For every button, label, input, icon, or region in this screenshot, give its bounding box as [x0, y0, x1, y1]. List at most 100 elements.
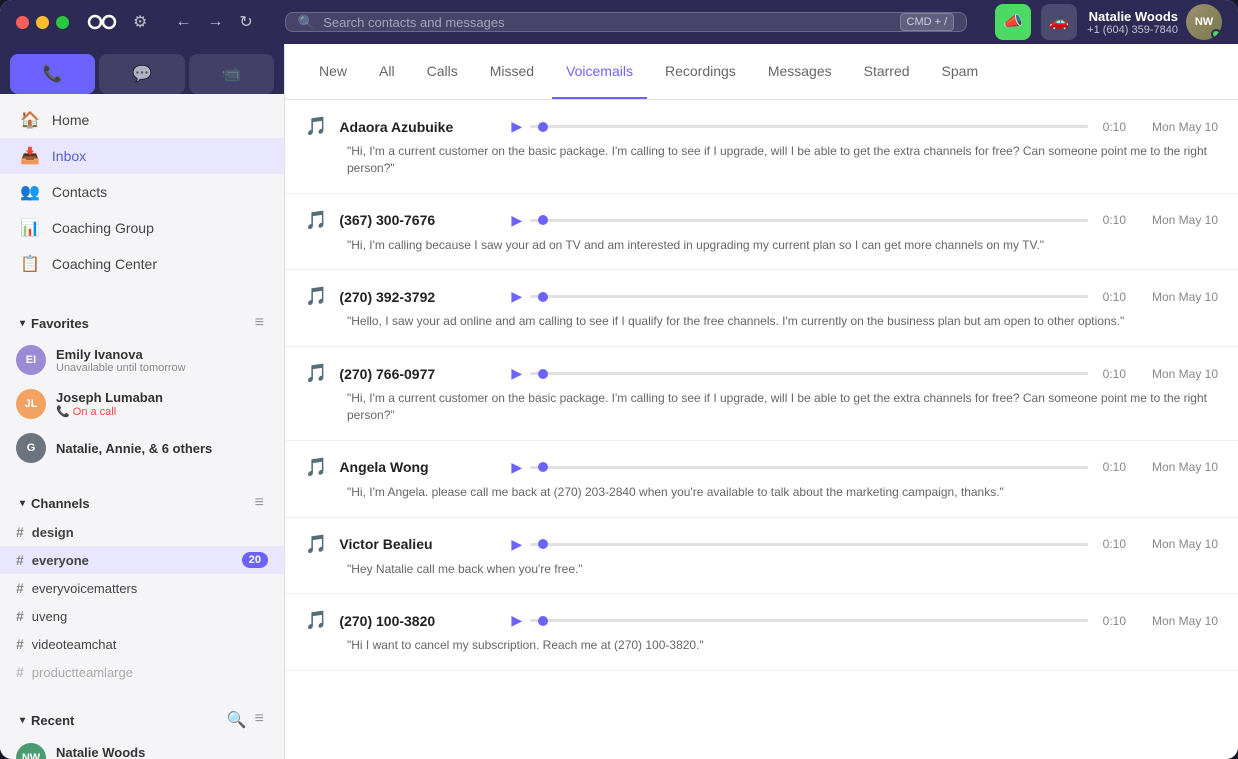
- play-button[interactable]: ▶: [511, 459, 522, 476]
- sidebar-item-home[interactable]: 🏠 Home: [0, 102, 284, 138]
- channel-everyone[interactable]: # everyone 20: [0, 546, 284, 574]
- favorite-joseph[interactable]: JL Joseph Lumaban On a call: [0, 382, 284, 426]
- close-button[interactable]: [16, 16, 29, 29]
- sidebar-item-coaching-center[interactable]: 📋 Coaching Center: [0, 246, 284, 282]
- hash-icon: #: [16, 552, 24, 568]
- channel-videoteamchat[interactable]: # videoteamchat: [0, 630, 284, 658]
- search-bar: 🔍 CMD + /: [285, 12, 967, 32]
- vm-date: Mon May 10: [1138, 367, 1218, 381]
- progress-bar[interactable]: [530, 295, 1088, 298]
- group-name: Natalie, Annie, & 6 others: [56, 441, 268, 456]
- recent-actions: 🔍 ≡: [227, 710, 264, 730]
- tab-video[interactable]: 📹: [189, 54, 274, 94]
- play-button[interactable]: ▶: [511, 212, 522, 229]
- voicemail-icon: 🎵: [305, 286, 327, 307]
- coaching-group-icon: 📊: [20, 218, 40, 238]
- play-button[interactable]: ▶: [511, 118, 522, 135]
- sidebar-item-contacts[interactable]: 👥 Contacts: [0, 174, 284, 210]
- progress-bar[interactable]: [530, 219, 1088, 222]
- progress-bar[interactable]: [530, 466, 1088, 469]
- forward-button[interactable]: →: [203, 9, 227, 35]
- truck-button[interactable]: 🚗: [1041, 4, 1077, 40]
- search-icon: 🔍: [298, 14, 315, 31]
- tab-calls[interactable]: Calls: [413, 44, 472, 99]
- avatar-initials: NW: [1195, 16, 1213, 28]
- minimize-button[interactable]: [36, 16, 49, 29]
- channel-uveng[interactable]: # uveng: [0, 602, 284, 630]
- hash-icon: #: [16, 580, 24, 596]
- sidebar-item-inbox[interactable]: 📥 Inbox: [0, 138, 284, 174]
- home-icon: 🏠: [20, 110, 40, 130]
- maximize-button[interactable]: [56, 16, 69, 29]
- recent-search-icon[interactable]: 🔍: [227, 710, 247, 730]
- voicemail-item[interactable]: 🎵 (270) 392-3792 ▶ 0:10 Mon May 10 "Hell…: [285, 270, 1238, 347]
- vm-row-top: 🎵 (270) 766-0977 ▶ 0:10 Mon May 10: [305, 363, 1218, 384]
- vm-caller-name: (367) 300-7676: [339, 212, 499, 228]
- voicemail-item[interactable]: 🎵 Victor Bealieu ▶ 0:10 Mon May 10 "Hey …: [285, 518, 1238, 595]
- voicemail-item[interactable]: 🎵 (270) 100-3820 ▶ 0:10 Mon May 10 "Hi I…: [285, 594, 1238, 671]
- voicemail-list: 🎵 Adaora Azubuike ▶ 0:10 Mon May 10 "Hi,…: [285, 100, 1238, 759]
- vm-duration: 0:10: [1096, 290, 1126, 304]
- vm-caller-name: (270) 392-3792: [339, 289, 499, 305]
- tabs-bar: New All Calls Missed Voicemails Recordin…: [285, 44, 1238, 100]
- favorite-emily[interactable]: EI Emily Ivanova Unavailable until tomor…: [0, 338, 284, 382]
- voicemail-item[interactable]: 🎵 (367) 300-7676 ▶ 0:10 Mon May 10 "Hi, …: [285, 194, 1238, 271]
- vm-controls: ▶ 0:10: [511, 459, 1126, 476]
- user-avatar[interactable]: NW: [1186, 4, 1222, 40]
- channel-productteamlarge[interactable]: # productteamlarge: [0, 658, 284, 686]
- vm-controls: ▶ 0:10: [511, 536, 1126, 553]
- vm-row-top: 🎵 (270) 392-3792 ▶ 0:10 Mon May 10: [305, 286, 1218, 307]
- refresh-button[interactable]: ↻: [235, 8, 256, 36]
- progress-bar[interactable]: [530, 543, 1088, 546]
- channels-actions[interactable]: ≡: [255, 494, 264, 512]
- favorite-group[interactable]: G Natalie, Annie, & 6 others: [0, 426, 284, 470]
- vm-date: Mon May 10: [1138, 120, 1218, 134]
- tab-missed[interactable]: Missed: [476, 44, 548, 99]
- vm-controls: ▶ 0:10: [511, 212, 1126, 229]
- tab-all[interactable]: All: [365, 44, 409, 99]
- play-button[interactable]: ▶: [511, 365, 522, 382]
- sidebar-item-coaching-group[interactable]: 📊 Coaching Group: [0, 210, 284, 246]
- voicemail-item[interactable]: 🎵 Adaora Azubuike ▶ 0:10 Mon May 10 "Hi,…: [285, 100, 1238, 194]
- voicemail-item[interactable]: 🎵 Angela Wong ▶ 0:10 Mon May 10 "Hi, I'm…: [285, 441, 1238, 518]
- sidebar: 📞 💬 📹 🏠 Home 📥 Inbox 👥 Contacts: [0, 44, 285, 759]
- vm-controls: ▶ 0:10: [511, 288, 1126, 305]
- tab-voicemails[interactable]: Voicemails: [552, 44, 647, 99]
- voicemail-icon: 🎵: [305, 363, 327, 384]
- channel-badge: 20: [242, 552, 268, 568]
- app-window: ⚙ ← → ↻ 🔍 CMD + / 📣 🚗 Natalie Woods +1 (…: [0, 0, 1238, 759]
- play-button[interactable]: ▶: [511, 536, 522, 553]
- voicemail-icon: 🎵: [305, 534, 327, 555]
- recent-menu-icon[interactable]: ≡: [255, 710, 264, 730]
- channel-name: everyone: [32, 553, 234, 568]
- tab-new[interactable]: New: [305, 44, 361, 99]
- tab-recordings[interactable]: Recordings: [651, 44, 750, 99]
- emily-avatar: EI: [16, 345, 46, 375]
- tab-chat[interactable]: 💬: [99, 54, 184, 94]
- progress-bar[interactable]: [530, 125, 1088, 128]
- sidebar-item-label: Contacts: [52, 184, 107, 200]
- play-button[interactable]: ▶: [511, 288, 522, 305]
- channel-everyvoicematters[interactable]: # everyvoicematters: [0, 574, 284, 602]
- settings-button[interactable]: ⚙: [129, 8, 151, 36]
- progress-bar[interactable]: [530, 619, 1088, 622]
- tab-messages[interactable]: Messages: [754, 44, 846, 99]
- tab-phone[interactable]: 📞: [10, 54, 95, 94]
- tab-starred[interactable]: Starred: [850, 44, 924, 99]
- voicemail-item[interactable]: 🎵 (270) 766-0977 ▶ 0:10 Mon May 10 "Hi, …: [285, 347, 1238, 441]
- megaphone-button[interactable]: 📣: [995, 4, 1031, 40]
- progress-bar[interactable]: [530, 372, 1088, 375]
- recent-natalie[interactable]: NW Natalie Woods Unavailable until tomor…: [0, 736, 284, 759]
- play-button[interactable]: ▶: [511, 612, 522, 629]
- vm-duration: 0:10: [1096, 120, 1126, 134]
- vm-controls: ▶ 0:10: [511, 118, 1126, 135]
- favorites-actions[interactable]: ≡: [255, 314, 264, 332]
- user-phone: +1 (604) 359-7840: [1087, 24, 1178, 36]
- tab-spam[interactable]: Spam: [928, 44, 993, 99]
- channel-design[interactable]: # design: [0, 518, 284, 546]
- search-input[interactable]: [323, 15, 891, 30]
- back-button[interactable]: ←: [171, 9, 195, 35]
- natalie-content: Natalie Woods Unavailable until tomorrow: [56, 745, 268, 759]
- sidebar-item-label: Inbox: [52, 148, 86, 164]
- sidebar-item-label: Home: [52, 112, 89, 128]
